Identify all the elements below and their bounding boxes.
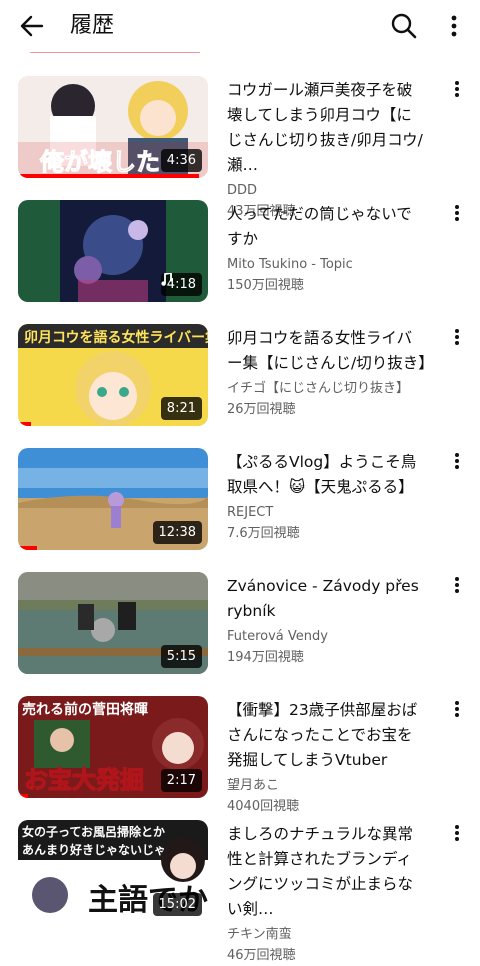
video-item[interactable]: 女の子ってお風呂掃除とか あんまり好きじゃないじゃん 主語でか 15:02 まし… xyxy=(0,810,480,963)
video-item[interactable]: 卯月コウを語る女性ライバー集 8:21 卯月コウを語る女性ライバー集【にじさんじ… xyxy=(0,314,480,426)
video-item[interactable]: 5:15 Zvánovice - Závody přes rybník Fute… xyxy=(0,562,480,674)
duration-badge: 12:38 xyxy=(152,521,202,544)
channel-name: チキン南蛮 xyxy=(227,927,292,942)
duration-badge: 2:17 xyxy=(160,769,202,792)
title-underline xyxy=(30,52,200,53)
video-item[interactable]: 12:38 【ぷるるVlog】ようこそ鳥取県へ！😺【天鬼ぷるる】 REJECT … xyxy=(0,438,480,550)
video-title[interactable]: 人ってただの筒じゃないですか xyxy=(227,202,427,252)
view-count: 46万回視聴 xyxy=(227,948,296,963)
channel-name: イチゴ【にじさんじ切り抜き】 xyxy=(227,381,410,396)
video-title[interactable]: Zvánovice - Závody přes rybník xyxy=(227,574,427,624)
watch-progress-bar xyxy=(18,422,32,426)
video-meta: 卯月コウを語る女性ライバー集【にじさんじ/切り抜き】 イチゴ【にじさんじ切り抜き… xyxy=(227,326,434,420)
more-vertical-icon xyxy=(451,15,457,37)
duration-text: 12:38 xyxy=(158,525,196,540)
video-thumbnail[interactable]: 卯月コウを語る女性ライバー集 8:21 xyxy=(18,324,208,426)
video-item[interactable]: 売れる前の菅田将暉 お宝大発掘 2:17 【衝撃】23歳子供部屋おばさんになった… xyxy=(0,686,480,814)
video-menu-button[interactable] xyxy=(446,574,468,596)
video-thumbnail[interactable]: 売れる前の菅田将暉 お宝大発掘 2:17 xyxy=(18,696,208,798)
search-button[interactable] xyxy=(382,4,426,48)
video-meta: ましろのナチュラルな異常性と計算されたブランディングにツッコミが止まらない剣… … xyxy=(227,822,427,966)
video-meta: Zvánovice - Závody přes rybník Futerová … xyxy=(227,574,427,668)
channel-name: Mito Tsukino - Topic xyxy=(227,257,353,272)
thumbnail-caption: 卯月コウを語る女性ライバー集 xyxy=(24,329,208,346)
duration-text: 15:02 xyxy=(158,897,196,912)
video-thumbnail[interactable]: 俺が壊した 4:36 xyxy=(18,76,208,178)
view-count: 26万回視聴 xyxy=(227,402,296,417)
search-icon xyxy=(391,13,417,39)
view-count: 194万回視聴 xyxy=(227,650,304,665)
video-title[interactable]: 【衝撃】23歳子供部屋おばさんになったことでお宝を発掘してしまうVtuber xyxy=(227,698,427,773)
music-note-icon xyxy=(161,273,172,286)
duration-badge: 4:36 xyxy=(160,149,202,172)
view-count: 150万回視聴 xyxy=(227,278,304,293)
video-meta: 人ってただの筒じゃないですか Mito Tsukino - Topic 150万… xyxy=(227,202,427,296)
thumbnail-caption-line-1: 女の子ってお風呂掃除とか xyxy=(22,824,165,839)
video-item[interactable]: 俺が壊した 4:36 コウガール瀬戸美夜子を破壊してしまう卯月コウ【にじさんじ切… xyxy=(0,66,480,219)
top-app-bar: 履歴 xyxy=(0,0,480,54)
more-vertical-icon xyxy=(455,701,459,717)
more-vertical-icon xyxy=(455,205,459,221)
duration-text: 5:15 xyxy=(166,649,196,664)
video-menu-button[interactable] xyxy=(446,822,468,844)
duration-badge: 4:18 xyxy=(160,273,202,296)
duration-badge: 15:02 xyxy=(152,893,202,916)
channel-name: Futerová Vendy xyxy=(227,629,328,644)
duration-text: 8:21 xyxy=(166,401,196,416)
video-thumbnail[interactable]: 12:38 xyxy=(18,448,208,550)
video-title[interactable]: 卯月コウを語る女性ライバー集【にじさんじ/切り抜き】 xyxy=(227,326,434,376)
video-meta: 【衝撃】23歳子供部屋おばさんになったことでお宝を発掘してしまうVtuber 望… xyxy=(227,698,427,817)
more-vertical-icon xyxy=(455,453,459,469)
more-vertical-icon xyxy=(455,81,459,97)
thumbnail-caption-line-2: あんまり好きじゃないじゃん xyxy=(22,842,178,857)
duration-text: 4:36 xyxy=(166,153,196,168)
more-vertical-icon xyxy=(455,577,459,593)
thumbnail-caption: お宝大発掘 xyxy=(24,766,144,794)
more-options-button[interactable] xyxy=(432,4,476,48)
video-menu-button[interactable] xyxy=(446,450,468,472)
video-title[interactable]: ましろのナチュラルな異常性と計算されたブランディングにツッコミが止まらない剣… xyxy=(227,822,427,922)
more-vertical-icon xyxy=(455,329,459,345)
duration-badge: 8:21 xyxy=(160,397,202,420)
channel-name: REJECT xyxy=(227,505,274,520)
watch-progress-bar xyxy=(18,546,37,550)
video-title[interactable]: 【ぷるるVlog】ようこそ鳥取県へ！😺【天鬼ぷるる】 xyxy=(227,450,427,500)
video-thumbnail[interactable]: 5:15 xyxy=(18,572,208,674)
video-menu-button[interactable] xyxy=(446,326,468,348)
view-count: 7.6万回視聴 xyxy=(227,526,300,541)
video-item[interactable]: 4:18 人ってただの筒じゃないですか Mito Tsukino - Topic… xyxy=(0,190,480,302)
watch-progress-bar xyxy=(18,174,199,178)
duration-text: 2:17 xyxy=(166,773,196,788)
video-meta: 【ぷるるVlog】ようこそ鳥取県へ！😺【天鬼ぷるる】 REJECT 7.6万回視… xyxy=(227,450,427,544)
video-menu-button[interactable] xyxy=(446,698,468,720)
video-menu-button[interactable] xyxy=(446,202,468,224)
video-menu-button[interactable] xyxy=(446,78,468,100)
duration-badge: 5:15 xyxy=(160,645,202,668)
page-title: 履歴 xyxy=(70,13,115,38)
video-thumbnail[interactable]: 4:18 xyxy=(18,200,208,302)
thumbnail-caption-top: 売れる前の菅田将暉 xyxy=(22,701,148,718)
more-vertical-icon xyxy=(455,825,459,841)
video-title[interactable]: コウガール瀬戸美夜子を破壊してしまう卯月コウ【にじさんじ切り抜き/卯月コウ/瀬… xyxy=(227,78,427,178)
arrow-left-icon xyxy=(20,15,44,37)
thumbnail-caption: 俺が壊した xyxy=(39,148,160,176)
video-thumbnail[interactable]: 女の子ってお風呂掃除とか あんまり好きじゃないじゃん 主語でか 15:02 xyxy=(18,820,208,922)
watch-progress-bar xyxy=(18,794,28,798)
back-button[interactable] xyxy=(10,4,54,48)
channel-name: 望月あこ xyxy=(227,778,280,793)
